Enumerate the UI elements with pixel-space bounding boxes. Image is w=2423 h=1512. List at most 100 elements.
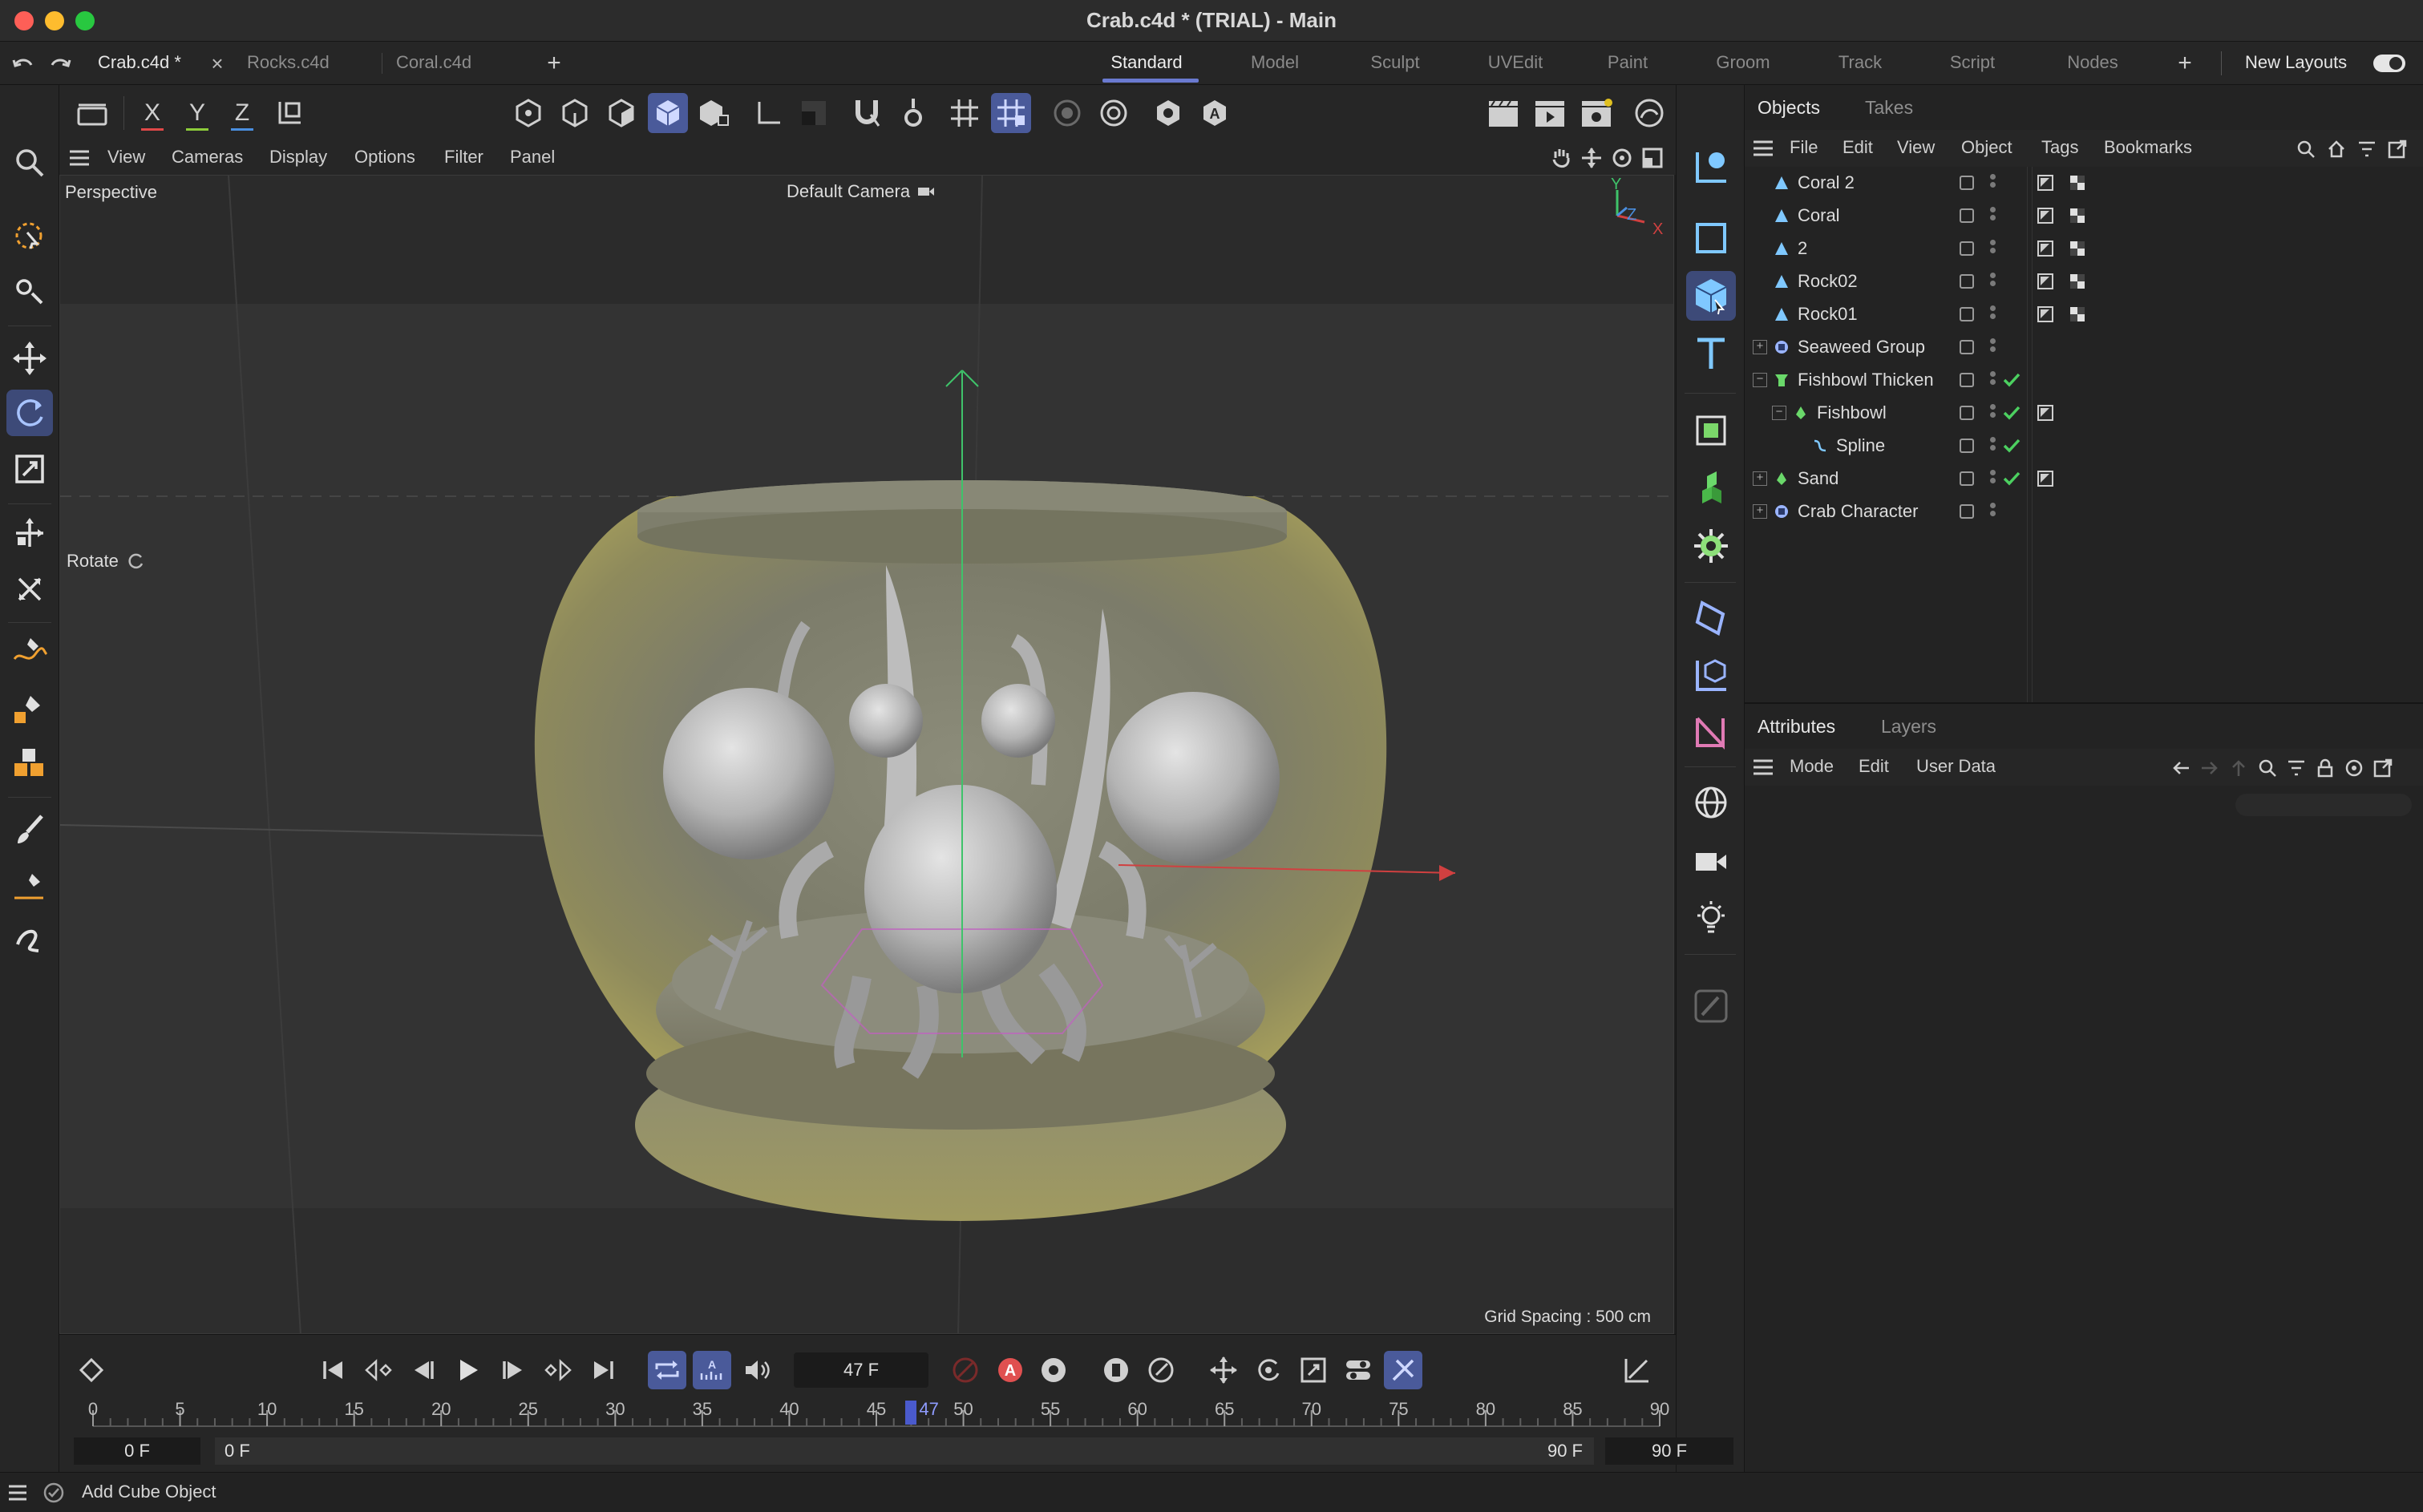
phong-tag-icon[interactable] (2037, 273, 2054, 290)
visibility-checkbox[interactable] (1960, 471, 1974, 486)
render-visibility-dots[interactable] (1990, 303, 1996, 321)
phong-tag-icon[interactable] (2037, 470, 2054, 487)
render-settings-icon[interactable] (1576, 93, 1616, 133)
visibility-checkbox[interactable] (1960, 406, 1974, 420)
null-cube-icon[interactable] (1686, 649, 1736, 699)
render-visibility-dots[interactable] (1990, 435, 1996, 453)
home-icon[interactable] (2325, 138, 2348, 160)
render-visibility-dots[interactable] (1990, 500, 1996, 519)
objects-menu-edit[interactable]: Edit (1843, 130, 1873, 165)
mograph-icon[interactable] (1686, 707, 1736, 757)
primitive-cubes-icon[interactable] (6, 741, 53, 787)
expand-toggle-icon[interactable]: + (1753, 471, 1767, 486)
expand-toggle-icon[interactable]: + (1753, 504, 1767, 519)
spline-pen-icon[interactable] (6, 629, 53, 675)
z-axis-toggle[interactable]: Z (225, 93, 260, 133)
new-window-icon[interactable] (2372, 757, 2394, 779)
new-window-icon[interactable] (2386, 138, 2409, 160)
snap-magnet-icon[interactable] (847, 93, 887, 133)
enabled-check-icon[interactable] (2001, 436, 2022, 455)
expand-toggle-icon[interactable]: + (1753, 340, 1767, 354)
render-active-icon[interactable]: A (1195, 93, 1235, 133)
forward-arrow-icon[interactable] (2198, 757, 2221, 779)
brush-tool-icon[interactable] (6, 807, 53, 853)
workplane-settings-icon[interactable] (1094, 93, 1134, 133)
sketch-tool-icon[interactable] (6, 685, 53, 731)
grid-snap-icon[interactable] (945, 93, 985, 133)
rotate-tool-icon[interactable] (6, 390, 53, 436)
dolly-move-icon[interactable] (1580, 146, 1604, 170)
render-visibility-dots[interactable] (1990, 270, 1996, 289)
objects-menu-object[interactable]: Object (1961, 130, 2012, 165)
expand-toggle-icon[interactable]: − (1772, 406, 1786, 420)
default-camera-label[interactable]: Default Camera (787, 180, 936, 203)
x-axis-toggle[interactable]: X (135, 93, 170, 133)
live-selection-icon[interactable] (6, 213, 53, 260)
start-frame-field[interactable]: 0 F (74, 1437, 200, 1465)
deformer-gear-icon[interactable] (1686, 521, 1736, 571)
uv-mode-icon[interactable] (694, 93, 734, 133)
material-tag-icon[interactable] (2069, 273, 2086, 290)
model-mode-icon[interactable] (72, 93, 112, 133)
visibility-checkbox[interactable] (1960, 340, 1974, 354)
redshift-icon[interactable] (1629, 93, 1669, 133)
new-layouts-toggle[interactable] (2373, 55, 2405, 72)
generator-subdivision-icon[interactable] (1686, 406, 1736, 455)
render-visibility-dots[interactable] (1990, 172, 1996, 190)
visibility-checkbox[interactable] (1960, 241, 1974, 256)
object-row[interactable]: Rock01 (1745, 298, 2423, 330)
enabled-check-icon[interactable] (2001, 403, 2022, 422)
filter-icon[interactable] (2285, 757, 2308, 779)
minimize-window-button[interactable] (45, 11, 64, 30)
lock-workplane-icon[interactable] (1047, 93, 1087, 133)
search-icon[interactable] (6, 139, 53, 186)
expand-toggle-icon[interactable]: − (1753, 373, 1767, 387)
render-visibility-dots[interactable] (1990, 467, 1996, 486)
objects-menu-view[interactable]: View (1897, 130, 1935, 165)
viewport-menu-display[interactable]: Display (269, 141, 327, 175)
visibility-checkbox[interactable] (1960, 504, 1974, 519)
bend-tool-icon[interactable] (6, 916, 53, 962)
rectangle-spline-icon[interactable] (1686, 213, 1736, 263)
spline-pen-icon[interactable] (1686, 141, 1736, 191)
doc-tab-crab[interactable]: Crab.c4d * (98, 42, 181, 85)
visibility-checkbox[interactable] (1960, 176, 1974, 190)
redo-icon[interactable] (48, 53, 72, 74)
close-tab-icon[interactable]: × (207, 51, 228, 75)
doc-tab-rocks[interactable]: Rocks.c4d (247, 42, 330, 85)
objects-menu-file[interactable]: File (1790, 130, 1818, 165)
pan-hand-icon[interactable] (1549, 146, 1573, 170)
layout-groom[interactable]: Groom (1695, 42, 1791, 85)
attributes-search-field[interactable] (2235, 794, 2412, 816)
material-pen-icon[interactable] (1686, 981, 1736, 1031)
object-row[interactable]: − Fishbowl (1745, 397, 2423, 429)
viewport-menu-options[interactable]: Options (354, 141, 415, 175)
filter-icon[interactable] (2356, 138, 2378, 160)
scale-tool-icon[interactable] (6, 446, 53, 492)
perspective-viewport[interactable]: Perspective Default Camera Y Z X Rotate … (59, 175, 1674, 1334)
search-icon[interactable] (2256, 757, 2279, 779)
render-visibility-dots[interactable] (1990, 402, 1996, 420)
object-row[interactable]: + Seaweed Group (1745, 331, 2423, 363)
maximize-window-button[interactable] (75, 11, 95, 30)
material-tag-icon[interactable] (2069, 174, 2086, 192)
layout-track[interactable]: Track (1812, 42, 1908, 85)
dynamic-grid-icon[interactable] (991, 93, 1031, 133)
objects-menu-bookmarks[interactable]: Bookmarks (2104, 130, 2192, 165)
render-visibility-dots[interactable] (1990, 336, 1996, 354)
tab-layers[interactable]: Layers (1881, 704, 1936, 749)
viewport-menu-cameras[interactable]: Cameras (172, 141, 243, 175)
light-object-icon[interactable] (1686, 893, 1736, 943)
enabled-check-icon[interactable] (2001, 370, 2022, 390)
objects-hamburger-icon[interactable] (1751, 138, 1775, 159)
preview-range-bar[interactable]: 0 F 90 F (215, 1437, 1594, 1465)
back-arrow-icon[interactable] (2170, 757, 2192, 779)
y-axis-toggle[interactable]: Y (180, 93, 215, 133)
camera-object-icon[interactable] (1686, 835, 1736, 885)
viewport-menu-panel[interactable]: Panel (510, 141, 555, 175)
viewport-menu-view[interactable]: View (107, 141, 145, 175)
object-row[interactable]: + Crab Character (1745, 495, 2423, 528)
viewport-solo-icon[interactable] (794, 93, 834, 133)
phong-tag-icon[interactable] (2037, 174, 2054, 192)
attributes-menu-user-data[interactable]: User Data (1916, 749, 1996, 784)
